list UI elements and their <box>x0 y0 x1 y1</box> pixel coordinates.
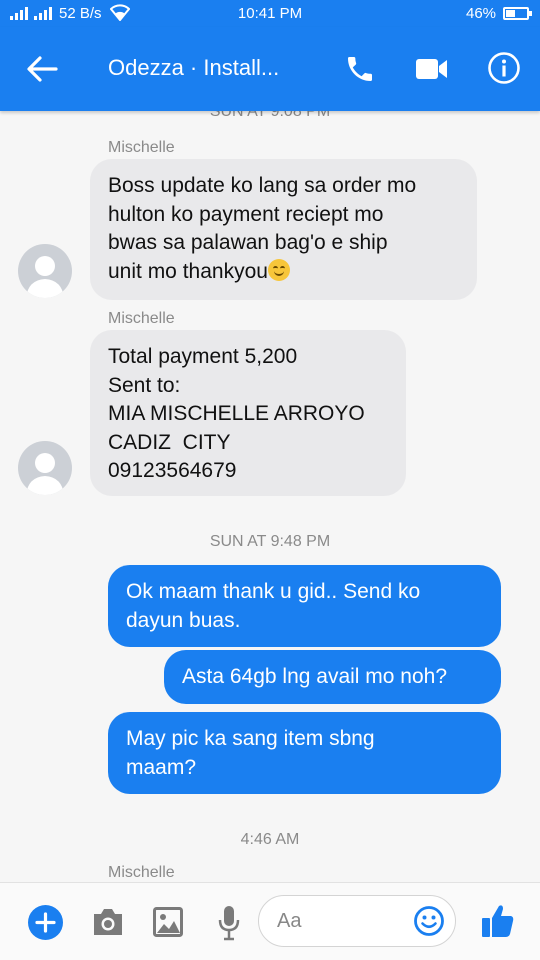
message-text: Ok maam thank u gid.. Send ko <box>126 580 421 603</box>
outgoing-message-bubble[interactable]: Ok maam thank u gid.. Send ko dayun buas… <box>108 565 501 647</box>
timestamp: SUN AT 9:48 PM <box>209 533 331 550</box>
message-text: Asta 64gb lng avail mo noh? <box>182 665 448 688</box>
camera-icon[interactable] <box>91 907 125 937</box>
clock: 10:41 PM <box>237 5 303 22</box>
sender-name: Mischelle <box>108 310 175 327</box>
timestamp: 4:46 AM <box>240 831 300 848</box>
outgoing-message-bubble[interactable]: Asta 64gb lng avail mo noh? <box>164 650 501 704</box>
message-text: May pic ka sang item sbng <box>126 727 375 750</box>
message-text: hulton ko payment reciept mo <box>108 202 384 226</box>
timestamp: SUN AT 9:08 PM <box>209 111 331 120</box>
message-text: CADIZ CITY <box>108 430 231 454</box>
person-icon <box>26 256 64 298</box>
message-input-placeholder: Aa <box>277 910 302 932</box>
info-icon[interactable] <box>487 51 521 85</box>
sender-name: Mischelle <box>108 864 175 881</box>
battery-percent: 46% <box>466 5 497 22</box>
battery-icon <box>503 7 532 20</box>
message-text: MIA MISCHELLE ARROYO <box>108 402 365 425</box>
smiling-face-emoji-icon <box>267 258 290 281</box>
thumbs-up-icon[interactable] <box>481 903 515 939</box>
message-composer: Aa <box>0 882 540 960</box>
message-text: 09123564679 <box>108 459 237 482</box>
status-bar: 52 B/s 10:41 PM 46% <box>0 0 540 27</box>
person-icon <box>26 453 64 495</box>
microphone-icon[interactable] <box>217 905 241 941</box>
message-text: Total payment 5,200 <box>108 345 298 368</box>
message-text: Sent to: <box>108 373 181 397</box>
back-arrow-icon[interactable] <box>26 55 58 83</box>
video-camera-icon[interactable] <box>414 55 450 83</box>
avatar <box>18 441 72 495</box>
plus-icon[interactable] <box>28 905 63 940</box>
avatar <box>18 244 72 298</box>
image-icon[interactable] <box>153 907 183 937</box>
message-text: maam? <box>126 755 197 779</box>
message-text: Boss update ko lang sa order mo <box>108 174 417 197</box>
message-text: unit mo thankyou <box>108 259 268 283</box>
phone-icon[interactable] <box>344 53 376 85</box>
incoming-message-bubble[interactable]: Boss update ko lang sa order mo hulton k… <box>90 159 477 300</box>
incoming-message-bubble[interactable]: Total payment 5,200 Sent to: MIA MISCHEL… <box>90 330 406 496</box>
message-text: bwas sa palawan bag'o e ship <box>108 231 388 254</box>
sender-name: Mischelle <box>108 139 175 156</box>
outgoing-message-bubble[interactable]: May pic ka sang item sbng maam? <box>108 712 501 794</box>
message-text: dayun buas. <box>126 608 241 632</box>
conversation-header: Odezza · Install... <box>0 27 540 111</box>
emoji-icon[interactable] <box>413 905 445 937</box>
conversation-title[interactable]: Odezza · Install... <box>108 55 279 81</box>
message-list[interactable]: SUN AT 9:08 PM Mischelle Boss update ko … <box>0 111 540 882</box>
